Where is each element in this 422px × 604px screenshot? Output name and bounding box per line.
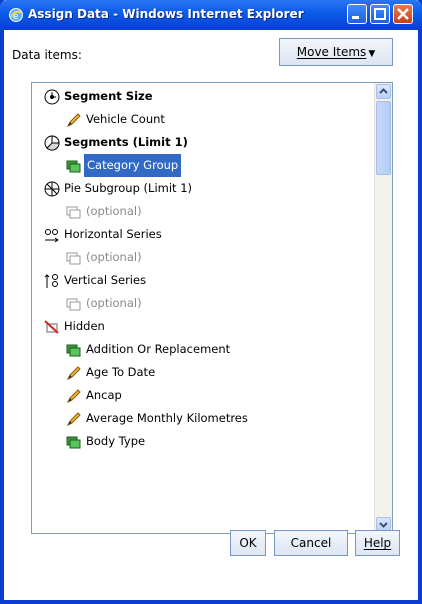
window-title: Assign Data - Windows Internet Explorer [28, 7, 304, 21]
data-items-list[interactable]: Segment Size Vehicle Count Segments (Lim… [31, 82, 393, 534]
help-label: Help [363, 536, 392, 550]
help-button[interactable]: Help [355, 530, 400, 556]
cancel-button[interactable]: Cancel [274, 530, 348, 556]
tree-item-label: (optional) [86, 204, 142, 218]
pie-subgroup-icon [44, 181, 60, 197]
move-items-label: Move Items [296, 45, 367, 59]
minimize-icon [352, 16, 359, 19]
group-icon [66, 436, 81, 449]
scroll-up-button[interactable] [376, 84, 391, 99]
tree-item-label: Hidden [64, 319, 105, 333]
dropdown-arrow-icon: ▼ [368, 49, 376, 59]
group-icon [66, 160, 81, 173]
tree-item-label: Vehicle Count [86, 112, 165, 126]
tree-item-label: Addition Or Replacement [86, 342, 231, 356]
maximize-button[interactable] [370, 4, 390, 24]
title-bar: e Assign Data - Windows Internet Explore… [0, 0, 422, 30]
minimize-button[interactable] [347, 4, 367, 24]
tree-item-label: Average Monthly Kilometres [86, 411, 248, 425]
pencil-icon [66, 412, 81, 427]
close-button[interactable] [393, 4, 413, 24]
group-icon [66, 344, 81, 357]
horizontal-series-icon [45, 229, 59, 243]
move-items-button[interactable]: Move Items ▼ [279, 38, 393, 66]
tree-item-label: Age To Date [86, 365, 156, 379]
pencil-icon [66, 366, 81, 381]
chevron-up-icon [379, 88, 388, 94]
group-icon [66, 206, 81, 219]
pencil-icon [66, 389, 81, 404]
segment-size-icon [44, 89, 60, 105]
ok-button[interactable]: OK [230, 530, 266, 556]
tree-item-label: Body Type [86, 434, 146, 448]
tree-item-label: Segments (Limit 1) [64, 135, 188, 149]
list-scrollbar[interactable] [374, 83, 392, 533]
assign-data-window: e Assign Data - Windows Internet Explore… [0, 0, 422, 604]
svg-text:e: e [13, 12, 19, 22]
tree-item-label: Pie Subgroup (Limit 1) [64, 181, 193, 195]
maximize-icon [374, 8, 386, 20]
group-icon [66, 252, 81, 265]
tree-item-label: Segment Size [64, 89, 153, 103]
tree-item-label: (optional) [86, 250, 142, 264]
group-icon [66, 298, 81, 311]
pencil-icon [66, 113, 81, 128]
internet-explorer-icon: e [9, 8, 23, 22]
tree-item-label: Horizontal Series [64, 227, 162, 241]
tree-item-label: Vertical Series [64, 273, 147, 287]
vertical-series-icon [44, 274, 58, 288]
tree-item-label: Category Group [84, 154, 182, 177]
data-items-label: Data items: [12, 48, 82, 62]
tree-item-label: Ancap [86, 388, 122, 402]
close-icon [397, 8, 409, 20]
scroll-thumb[interactable] [376, 101, 391, 175]
hidden-icon [44, 320, 59, 334]
pie-chart-icon [44, 135, 60, 151]
tree-item-label: (optional) [86, 296, 142, 310]
